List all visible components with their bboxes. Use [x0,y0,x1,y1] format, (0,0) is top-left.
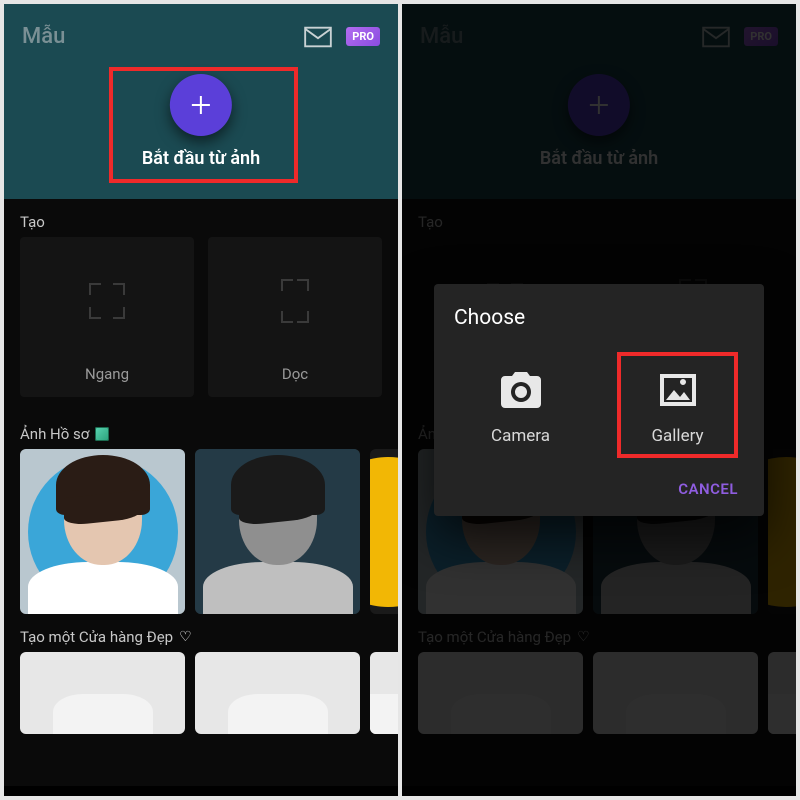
bottom-nav [402,786,796,796]
phone-right: Mẫu PRO Bắt đầu từ ảnh Tạo Ảnh Hồ sơ [402,4,796,796]
heart-icon: ♡ [179,629,192,645]
page-title: Mẫu [22,24,304,49]
crop-icon [89,283,125,319]
create-portrait[interactable]: Dọc [208,237,382,397]
camera-label: Camera [462,426,579,446]
cancel-button[interactable]: CANCEL [672,472,744,506]
pro-badge[interactable]: PRO [346,27,380,46]
highlight-gallery [617,352,738,458]
mail-icon[interactable] [304,26,332,48]
choose-gallery[interactable]: Gallery [611,354,744,456]
shop-header: Tạo một Cửa hàng Đẹp♡ [20,628,382,646]
phone-left: Mẫu PRO Bắt đầu từ ảnh Tạo Ngang Dọc Ảnh… [4,4,398,796]
shop-template-2[interactable] [195,652,360,734]
profile-section: Ảnh Hồ sơ [4,411,398,449]
profile-template-2[interactable] [195,449,360,614]
create-section: Tạo [4,199,398,237]
crop-icon [281,279,309,323]
shop-section: Tạo một Cửa hàng Đẹp♡ [4,614,398,652]
profile-template-1[interactable] [20,449,185,614]
create-landscape[interactable]: Ngang [20,237,194,397]
dialog-title: Choose [454,306,744,330]
profile-header: Ảnh Hồ sơ [20,425,382,443]
profile-template-3[interactable] [370,449,398,614]
camera-icon [462,364,579,416]
choose-camera[interactable]: Camera [454,354,587,456]
shop-template-3[interactable] [370,652,398,734]
choose-dialog: Choose Camera Gallery CANCEL [434,284,764,516]
sparkle-icon [95,427,109,441]
shop-template-1[interactable] [20,652,185,734]
header: Mẫu PRO Bắt đầu từ ảnh [4,4,398,199]
bottom-nav [4,786,398,796]
create-label: Dọc [208,365,382,383]
create-label: Ngang [20,365,194,383]
create-header: Tạo [20,213,382,231]
highlight-start [109,67,298,183]
